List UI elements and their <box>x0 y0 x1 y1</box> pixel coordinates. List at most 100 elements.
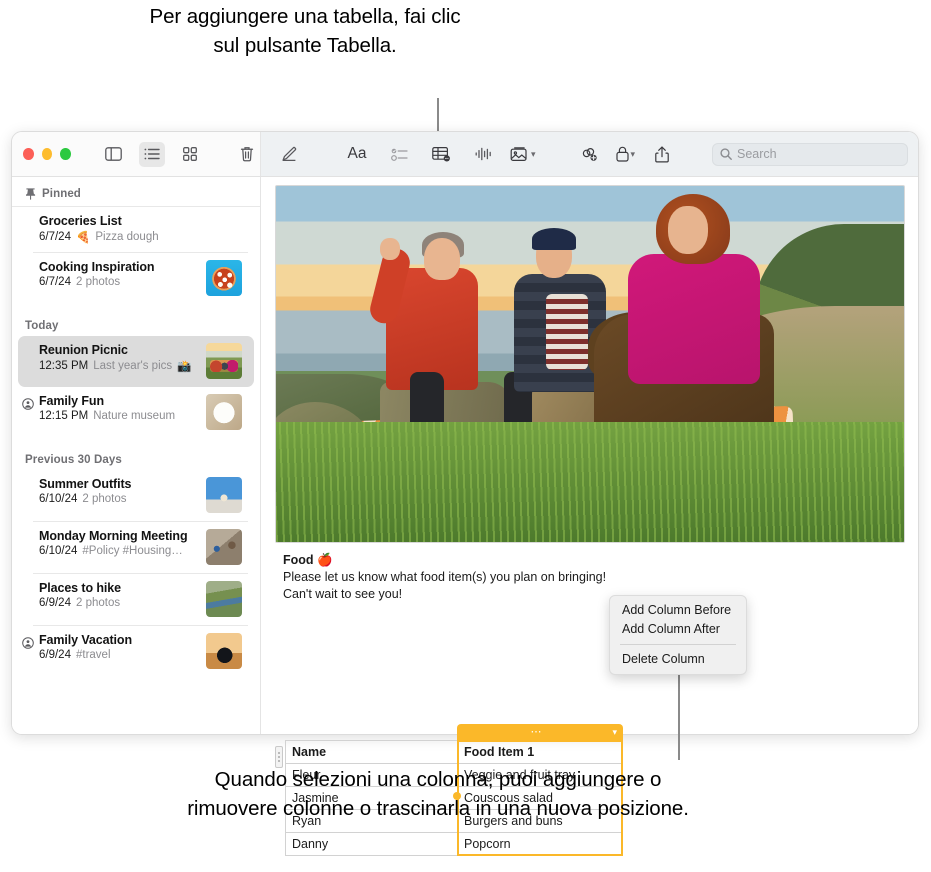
note-subtitle: 6/7/24 🍕 Pizza dough <box>39 230 242 244</box>
column-handle-chevron-down-icon[interactable]: ▾ <box>612 727 617 738</box>
table-header-cell-food-item-1[interactable]: Food Item 1 <box>458 741 622 764</box>
sidebar-note-cooking-inspiration[interactable]: Cooking Inspiration 6/7/24 2 photos <box>18 253 254 304</box>
note-text-block: Family Fun 12:15 PM Nature museum <box>39 394 198 422</box>
note-title: Cooking Inspiration <box>39 260 198 274</box>
note-text-block: Groceries List 6/7/24 🍕 Pizza dough <box>39 214 242 244</box>
note-snippet: Pizza dough <box>95 231 158 243</box>
table-header-row[interactable]: Name Food Item 1 <box>286 741 622 764</box>
pin-icon <box>25 188 36 200</box>
menu-item-add-column-before[interactable]: Add Column Before <box>610 601 746 620</box>
sidebar-toggle-icon[interactable] <box>101 142 127 167</box>
note-date: 12:15 PM <box>39 410 88 422</box>
notes-app-window: Aa <box>11 131 919 735</box>
share-icon[interactable] <box>647 142 677 167</box>
table-cell-name[interactable]: Danny <box>286 833 458 856</box>
note-date: 6/10/24 <box>39 545 77 557</box>
hero-person-1-head <box>424 238 460 280</box>
column-context-menu[interactable]: Add Column Before Add Column After Delet… <box>609 595 747 675</box>
note-title: Family Vacation <box>39 633 198 647</box>
callout-bottom-text: Quando selezioni una colonna, puoi aggiu… <box>178 765 698 823</box>
note-snippet: 2 photos <box>76 276 120 288</box>
note-subtitle: 6/9/24 2 photos <box>39 597 198 609</box>
checklist-icon[interactable] <box>384 142 414 167</box>
sidebar-note-summer-outfits[interactable]: Summer Outfits 6/10/24 2 photos <box>18 470 254 521</box>
sidebar-note-reunion-picnic[interactable]: Reunion Picnic 12:35 PM Last year's pics… <box>18 336 254 387</box>
note-title: Family Fun <box>39 394 198 408</box>
hero-person-3-sweater <box>628 254 760 384</box>
note-subtitle: 6/10/24 2 photos <box>39 493 198 505</box>
notes-list-sidebar[interactable]: Pinned Groceries List 6/7/24 🍕 Pizza dou… <box>12 177 261 734</box>
close-window-button[interactable] <box>23 148 34 160</box>
search-placeholder: Search <box>737 147 777 161</box>
search-input[interactable]: Search <box>712 143 908 166</box>
note-date: 6/9/24 <box>39 597 71 609</box>
note-title: Places to hike <box>39 581 198 595</box>
note-text-block: Places to hike 6/9/24 2 photos <box>39 581 198 609</box>
note-subtitle: 6/10/24 #Policy #Housing… <box>39 545 198 557</box>
note-snippet: Last year's pics <box>93 360 172 372</box>
compose-note-icon[interactable] <box>274 142 304 167</box>
table-header-cell-name[interactable]: Name <box>286 741 458 764</box>
column-handle-dots-icon: ⋯ <box>531 727 544 738</box>
media-icon[interactable]: ▾ <box>510 142 536 167</box>
hero-person-1-hand <box>380 238 400 260</box>
note-title: Reunion Picnic <box>39 343 198 357</box>
media-chevron-down-icon[interactable]: ▾ <box>531 150 536 159</box>
gallery-view-icon[interactable] <box>177 142 203 167</box>
note-snippet: 2 photos <box>82 493 126 505</box>
sidebar-note-monday-morning-meeting[interactable]: Monday Morning Meeting 6/10/24 #Policy #… <box>18 522 254 573</box>
table-cell-food[interactable]: Popcorn <box>458 833 622 856</box>
note-title: Groceries List <box>39 214 242 228</box>
sidebar-section-label: Previous 30 Days <box>25 454 122 466</box>
note-snippet: #travel <box>76 649 111 661</box>
note-thumbnail <box>206 343 242 379</box>
note-emoji: 🍕 <box>76 230 90 244</box>
note-snippet: Nature museum <box>93 410 175 422</box>
sidebar-note-family-vacation[interactable]: Family Vacation 6/9/24 #travel <box>18 626 254 677</box>
note-hero-photo[interactable] <box>275 185 905 543</box>
note-body-line-1: Please let us know what food item(s) you… <box>283 569 906 585</box>
note-text-block: Cooking Inspiration 6/7/24 2 photos <box>39 260 198 288</box>
note-text-block: Summer Outfits 6/10/24 2 photos <box>39 477 198 505</box>
collaborate-icon[interactable] <box>574 142 604 167</box>
sidebar-section-header-previous-30-days: Previous 30 Days <box>12 450 260 470</box>
note-date: 6/7/24 <box>39 276 71 288</box>
sidebar-note-groceries-list[interactable]: Groceries List 6/7/24 🍕 Pizza dough <box>18 207 254 252</box>
note-thumbnail <box>206 394 242 430</box>
sidebar-note-family-fun[interactable]: Family Fun 12:15 PM Nature museum <box>18 387 254 438</box>
callout-top-text: Per aggiungere una tabella, fai clic sul… <box>140 2 470 60</box>
table-column-handle[interactable]: ⋯ ▾ <box>457 724 623 741</box>
delete-note-icon[interactable] <box>234 142 260 167</box>
note-thumbnail <box>206 260 242 296</box>
sidebar-note-places-to-hike[interactable]: Places to hike 6/9/24 2 photos <box>18 574 254 625</box>
note-title: Summer Outfits <box>39 477 198 491</box>
hero-grass <box>276 422 904 542</box>
note-content-area[interactable]: Food 🍎 Please let us know what food item… <box>261 177 918 734</box>
menu-separator <box>620 644 736 645</box>
locked-note-icon <box>22 397 34 415</box>
format-text-icon[interactable]: Aa <box>342 142 372 167</box>
note-snippet: 2 photos <box>76 597 120 609</box>
list-view-icon[interactable] <box>139 142 165 167</box>
zoom-window-button[interactable] <box>60 148 71 160</box>
table-icon[interactable] <box>426 142 456 167</box>
window-body: Pinned Groceries List 6/7/24 🍕 Pizza dou… <box>12 177 918 734</box>
format-text-label: Aa <box>348 145 367 163</box>
menu-item-add-column-after[interactable]: Add Column After <box>610 620 746 639</box>
hero-person-2-bandana <box>532 228 576 250</box>
minimize-window-button[interactable] <box>42 148 53 160</box>
note-title: Monday Morning Meeting <box>39 529 198 543</box>
note-text-block: Family Vacation 6/9/24 #travel <box>39 633 198 661</box>
table-row[interactable]: Danny Popcorn <box>286 833 622 856</box>
toolbar-sidebar-section <box>12 132 261 176</box>
lock-icon[interactable]: ▾ <box>616 142 636 167</box>
note-subtitle: 6/7/24 2 photos <box>39 276 198 288</box>
note-body-line-2: Can't wait to see you! <box>283 586 906 602</box>
note-thumbnail <box>206 477 242 513</box>
hero-person-3-head <box>668 206 708 254</box>
note-date: 6/7/24 <box>39 231 71 243</box>
menu-item-delete-column[interactable]: Delete Column <box>610 650 746 669</box>
audio-icon[interactable] <box>468 142 498 167</box>
lock-chevron-down-icon[interactable]: ▾ <box>631 150 636 159</box>
note-date: 12:35 PM <box>39 360 88 372</box>
